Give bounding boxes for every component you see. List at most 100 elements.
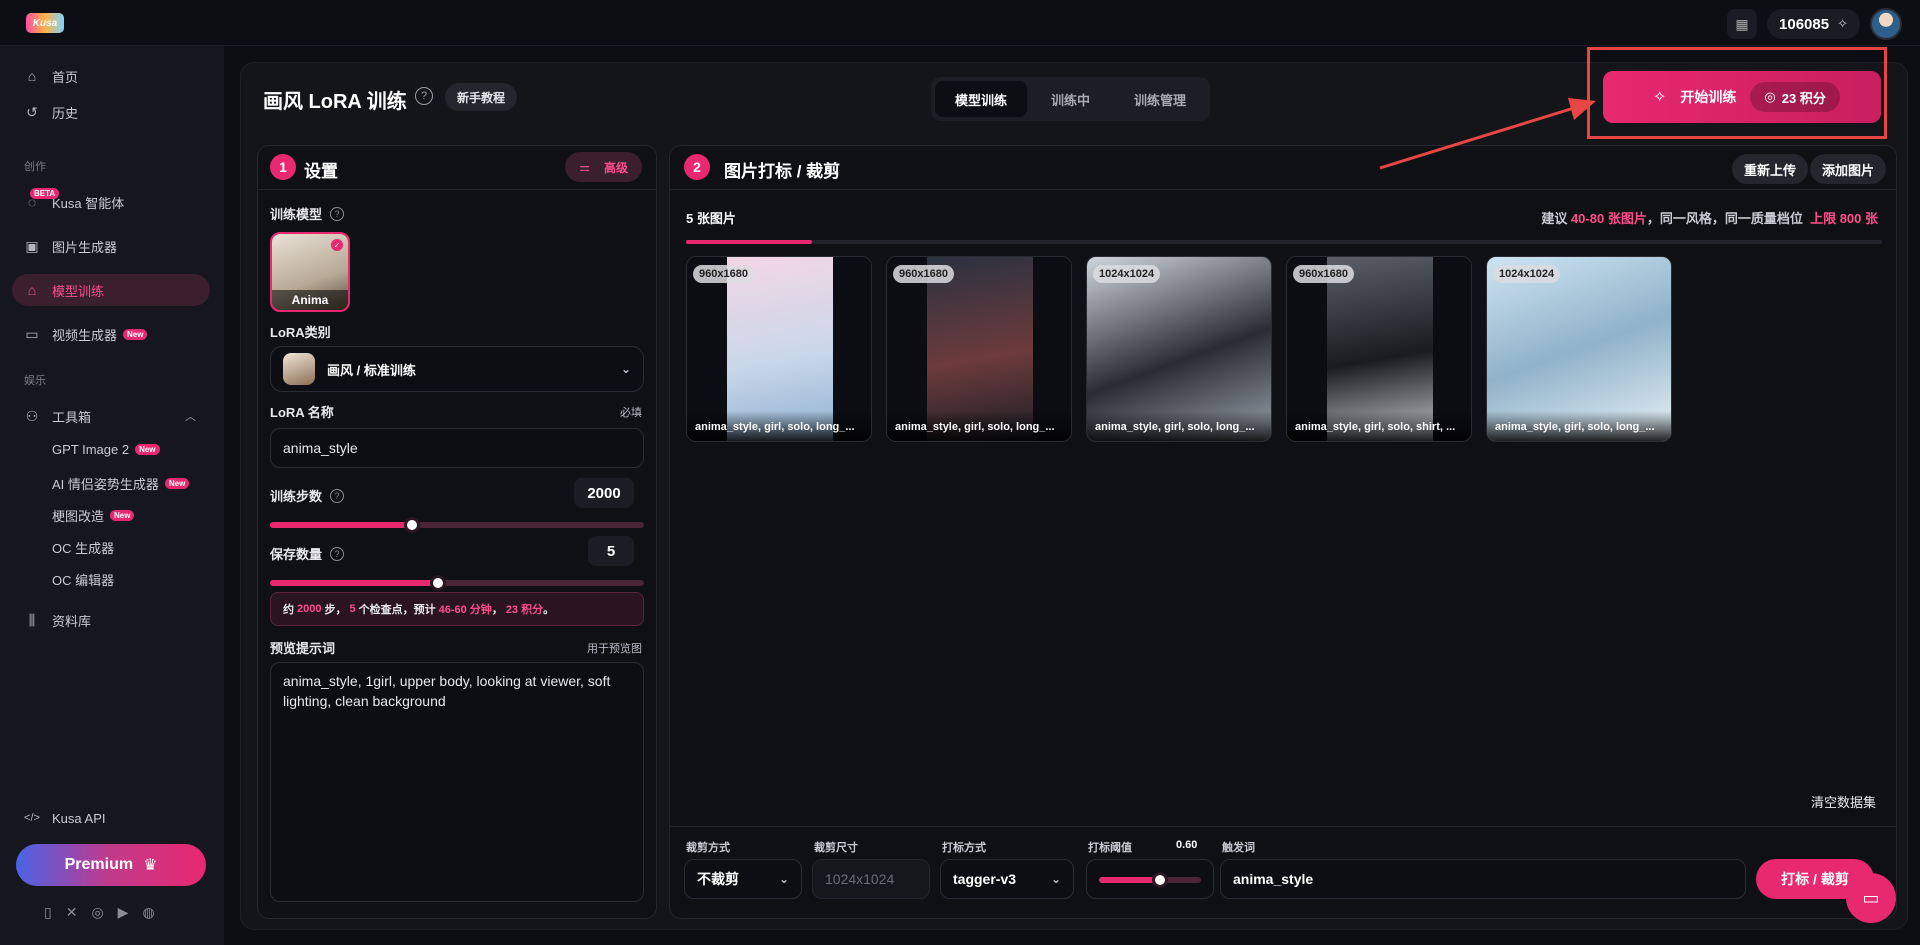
sidebar-item-label: 历史 bbox=[52, 105, 79, 121]
tool-label: OC 生成器 bbox=[52, 541, 115, 556]
resolution-badge: 960x1680 bbox=[893, 265, 954, 283]
trigger-word-label: 触发词 bbox=[1222, 842, 1255, 854]
new-badge: New bbox=[135, 444, 160, 455]
dataset-image-card[interactable]: 960x1680 anima_style, girl, solo, long_.… bbox=[686, 256, 872, 442]
start-training-label: 开始训练 bbox=[1680, 89, 1737, 105]
steps-value[interactable]: 2000 bbox=[574, 478, 634, 508]
chat-icon: ◌ bbox=[27, 194, 37, 210]
sidebar-item-agent[interactable]: ◌ Kusa 智能体 bbox=[12, 186, 210, 218]
tool-gpt-image[interactable]: GPT Image 2 New bbox=[52, 442, 160, 457]
model-card-anima[interactable]: ✓ Anima bbox=[270, 232, 350, 312]
chevron-down-icon: ⌄ bbox=[778, 872, 789, 886]
sidebar-item-api[interactable]: </> Kusa API bbox=[12, 802, 210, 834]
image-caption: anima_style, girl, solo, long_... bbox=[887, 411, 1071, 441]
model-label: 训练模型 ? bbox=[270, 204, 345, 223]
slider-knob[interactable] bbox=[404, 517, 421, 533]
app-logo[interactable]: Kusa bbox=[26, 13, 64, 33]
cost-label: 23 积分 bbox=[1781, 90, 1826, 106]
save-count-value[interactable]: 5 bbox=[588, 536, 634, 566]
sidebar-item-video-generator[interactable]: ▭ 视频生成器 New bbox=[12, 318, 210, 350]
book-icon[interactable]: ▯ bbox=[44, 904, 52, 921]
lora-type-select[interactable]: 画风 / 标准训练 ⌄ bbox=[270, 346, 644, 392]
advanced-button[interactable]: ⚌ 高级 bbox=[565, 152, 642, 182]
reupload-button[interactable]: 重新上传 bbox=[1731, 154, 1808, 184]
premium-button[interactable]: Premium ♛ bbox=[16, 844, 206, 886]
dataset-progress bbox=[686, 240, 1882, 244]
dataset-image-card[interactable]: 960x1680 anima_style, girl, solo, shirt,… bbox=[1286, 256, 1472, 442]
slider-knob[interactable] bbox=[430, 575, 447, 591]
est-time: 46-60 分钟 bbox=[438, 604, 492, 616]
step-number: 1 bbox=[270, 154, 296, 180]
chat-support-button[interactable]: ▭ bbox=[1846, 873, 1896, 923]
resolution-badge: 960x1680 bbox=[693, 265, 754, 283]
save-count-slider[interactable] bbox=[270, 575, 644, 591]
est-text: 约 bbox=[283, 604, 294, 616]
help-icon[interactable]: ? bbox=[330, 488, 345, 503]
tag-mode-select[interactable]: tagger-v3 ⌄ bbox=[940, 859, 1074, 899]
crown-icon: ♛ bbox=[143, 857, 158, 874]
help-icon[interactable]: ? bbox=[330, 546, 345, 561]
help-icon[interactable]: ? bbox=[415, 87, 433, 105]
sidebar-item-image-generator[interactable]: ▣ 图片生成器 bbox=[12, 230, 210, 262]
calendar-icon[interactable]: ▦ bbox=[1727, 9, 1758, 39]
avatar[interactable] bbox=[1870, 8, 1902, 40]
tab-training[interactable]: 训练中 bbox=[1031, 81, 1110, 117]
dataset-image-card[interactable]: 960x1680 anima_style, girl, solo, long_.… bbox=[886, 256, 1072, 442]
youtube-icon[interactable]: ▶ bbox=[118, 904, 129, 921]
preview-prompt-textarea[interactable]: anima_style, 1girl, upper body, looking … bbox=[270, 662, 644, 902]
lora-type-thumbnail bbox=[283, 353, 315, 385]
resolution-badge: 960x1680 bbox=[1293, 265, 1354, 283]
premium-label: Premium bbox=[64, 856, 134, 873]
add-images-button[interactable]: 添加图片 bbox=[1809, 154, 1886, 184]
page-title: 画风 LoRA 训练 bbox=[263, 91, 407, 113]
tool-meme-remix[interactable]: 梗图改造 New bbox=[52, 506, 135, 525]
required-note: 必填 bbox=[620, 407, 642, 419]
est-checkpoints: 5 bbox=[349, 603, 356, 615]
sidebar-item-toolbox[interactable]: ⚇ 工具箱 ︿ bbox=[12, 400, 210, 432]
sidebar-item-model-training[interactable]: ⌂ 模型训练 bbox=[12, 274, 210, 306]
credits-value: 106085 bbox=[1779, 15, 1830, 33]
trigger-word-input[interactable]: anima_style bbox=[1220, 859, 1746, 899]
start-training-button[interactable]: ✧ 开始训练 ◎ 23 积分 bbox=[1603, 71, 1881, 123]
history-icon: ↺ bbox=[26, 103, 38, 120]
code-icon: </> bbox=[24, 812, 40, 824]
slider-fill bbox=[1099, 877, 1161, 883]
slider-knob[interactable] bbox=[1152, 872, 1169, 888]
tutorial-button[interactable]: 新手教程 bbox=[445, 83, 518, 111]
image-icon: ▣ bbox=[25, 237, 39, 254]
save-label-text: 保存数量 bbox=[270, 547, 323, 562]
check-icon: ✓ bbox=[331, 239, 343, 251]
settings-title: 设置 bbox=[304, 162, 338, 181]
suggest-limit: 上限 800 张 bbox=[1810, 211, 1878, 226]
steps-slider[interactable] bbox=[270, 517, 644, 533]
tag-mode-label: 打标方式 bbox=[942, 842, 986, 854]
tag-mode-value: tagger-v3 bbox=[953, 871, 1017, 887]
x-icon[interactable]: ✕ bbox=[66, 904, 78, 921]
discord-icon[interactable]: ◍ bbox=[142, 904, 154, 921]
crop-size-input[interactable]: 1024x1024 bbox=[812, 859, 930, 899]
save-count-label: 保存数量 ? bbox=[270, 544, 345, 563]
tool-couple-pose[interactable]: AI 情侣姿势生成器 New bbox=[52, 474, 190, 493]
tab-training-manage[interactable]: 训练管理 bbox=[1114, 81, 1206, 117]
est-text: ， bbox=[491, 604, 503, 616]
chevron-up-icon: ︿ bbox=[185, 411, 196, 423]
lora-name-label: LoRA 名称 bbox=[270, 405, 334, 420]
dataset-image-card[interactable]: 1024x1024 anima_style, girl, solo, long_… bbox=[1486, 256, 1672, 442]
tool-oc-generator[interactable]: OC 生成器 bbox=[52, 538, 114, 557]
crop-mode-select[interactable]: 不裁剪 ⌄ bbox=[684, 859, 802, 899]
sidebar-item-history[interactable]: ↺ 历史 bbox=[12, 96, 210, 128]
clear-dataset-link[interactable]: 清空数据集 bbox=[1811, 792, 1876, 811]
lora-name-input[interactable]: anima_style bbox=[270, 428, 644, 468]
new-badge: New bbox=[164, 478, 190, 489]
sidebar-item-home[interactable]: ⌂ 首页 bbox=[12, 60, 210, 92]
cost-badge: ◎ 23 积分 bbox=[1750, 82, 1840, 112]
help-icon[interactable]: ? bbox=[330, 206, 345, 221]
tool-oc-editor[interactable]: OC 编辑器 bbox=[52, 570, 114, 589]
message-icon: ▭ bbox=[1862, 887, 1880, 908]
instagram-icon[interactable]: ◎ bbox=[91, 904, 103, 921]
threshold-slider[interactable] bbox=[1099, 872, 1201, 888]
sidebar-item-library[interactable]: ⫼ 资料库 bbox=[12, 604, 210, 636]
credits-display[interactable]: 106085 ✧ bbox=[1767, 9, 1860, 39]
tab-model-training[interactable]: 模型训练 bbox=[935, 81, 1028, 117]
dataset-image-card[interactable]: 1024x1024 anima_style, girl, solo, long_… bbox=[1086, 256, 1272, 442]
